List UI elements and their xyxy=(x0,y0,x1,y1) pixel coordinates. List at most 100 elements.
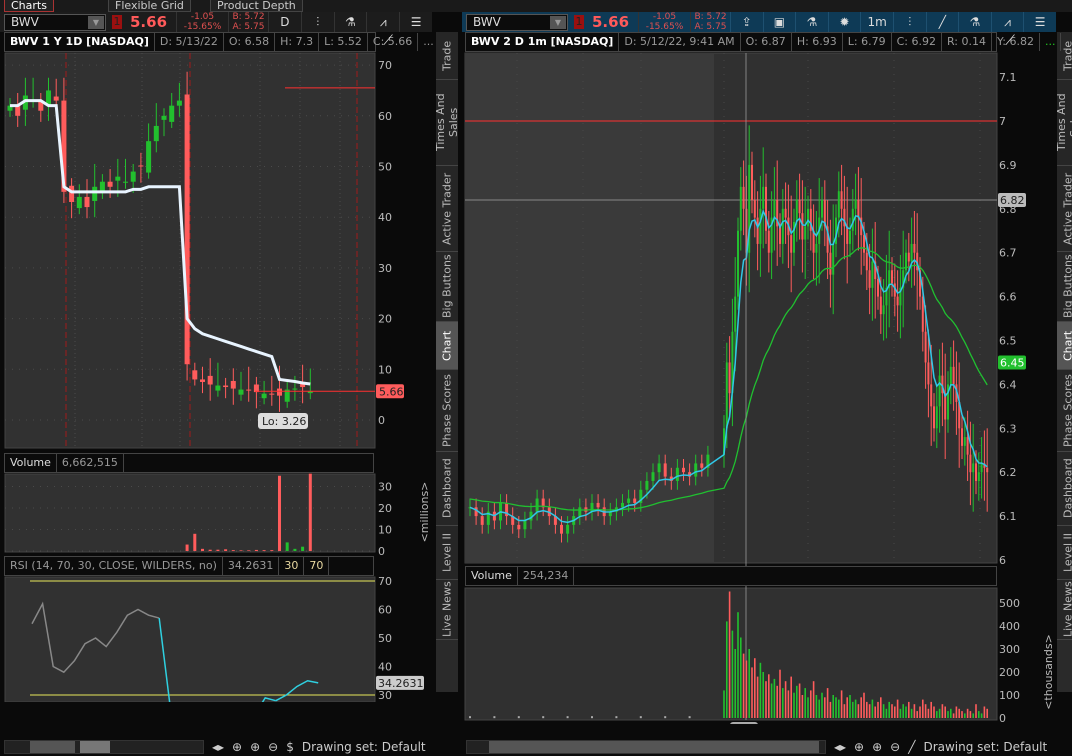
side-tab-big-buttons[interactable]: Big Buttons xyxy=(436,252,458,322)
dollar-icon[interactable]: $ xyxy=(286,740,294,754)
volume-bar xyxy=(542,716,545,719)
horizontal-scrollbar[interactable] xyxy=(4,740,204,754)
volume-bar xyxy=(843,704,846,718)
share-icon[interactable]: ⇪ xyxy=(730,12,763,32)
aggregation-button[interactable]: D xyxy=(268,12,301,32)
more-button[interactable]: ... xyxy=(1040,33,1062,51)
net-change: -1.05 -15.65% xyxy=(176,12,228,32)
candle-body xyxy=(963,437,966,446)
price-axis-label: 50 xyxy=(378,161,392,174)
volume-label: Volume xyxy=(466,567,518,585)
volume-bar xyxy=(270,550,274,551)
alert-badge[interactable]: 1 xyxy=(112,15,122,29)
side-tab-trade[interactable]: Trade xyxy=(436,32,458,80)
candle-body xyxy=(767,230,770,253)
side-tab-times-and-sales[interactable]: Times And Sales xyxy=(434,80,460,166)
volume-bar xyxy=(983,706,986,718)
volume-bar xyxy=(751,667,753,718)
menu-icon[interactable]: ☰ xyxy=(399,12,432,32)
volume-bar xyxy=(913,704,916,718)
side-tab-level-ii[interactable]: Level II xyxy=(1057,526,1072,580)
candle-icon[interactable]: ⫶ xyxy=(892,12,926,32)
candle-body xyxy=(877,279,879,297)
candle-body xyxy=(480,516,484,525)
left-bottom-bar: ◂▸ ⊕ ⊕ ⊖ $ Drawing set: Default xyxy=(4,738,432,756)
bid-ask: B: 5.72 A: 5.75 xyxy=(690,12,730,32)
right-side-tabs: Trade Times And Sales Active Trader Big But… xyxy=(1055,32,1072,692)
side-tab-dashboard[interactable]: Dashboard xyxy=(1057,452,1072,526)
rsi-axis-label: 60 xyxy=(378,604,392,617)
ask: A: 5.75 xyxy=(694,22,727,32)
menu-icon[interactable]: ☰ xyxy=(1023,12,1056,32)
side-tab-dashboard[interactable]: Dashboard xyxy=(436,452,458,526)
zoom-out-icon[interactable]: ⊖ xyxy=(890,740,900,754)
left-chart-svg[interactable]: 70 60 50 40 30 20 10 0 5.66 Lo: 3.26 30 20 10 0 <milli… xyxy=(0,52,432,702)
alert-badge[interactable]: 1 xyxy=(574,15,584,29)
candle-body xyxy=(798,200,801,214)
aggregation-button[interactable]: 1m xyxy=(860,12,893,32)
drawing-set[interactable]: Drawing set: Default xyxy=(302,740,426,754)
side-tab-phase-scores[interactable]: Phase Scores xyxy=(1057,370,1072,452)
app-tab-charts[interactable]: Charts xyxy=(4,0,54,12)
drawing-set[interactable]: Drawing set: Default xyxy=(923,740,1047,754)
pan-icon[interactable]: ◂▸ xyxy=(834,740,846,754)
candle-body xyxy=(675,467,679,481)
side-tab-chart[interactable]: Chart xyxy=(1057,322,1072,370)
side-tab-live-news[interactable]: Live News xyxy=(1057,580,1072,640)
gear-icon[interactable]: ✹ xyxy=(827,12,861,32)
candle-body xyxy=(153,125,159,142)
symbol-input[interactable]: BWV ▼ xyxy=(4,13,106,31)
side-tab-phase-scores[interactable]: Phase Scores xyxy=(436,370,458,452)
flask-icon[interactable]: ⚗ xyxy=(795,12,828,32)
price-axis-label: 0 xyxy=(378,414,385,427)
candle-body xyxy=(829,252,832,275)
chevron-down-icon[interactable]: ▼ xyxy=(550,15,566,29)
side-tab-live-news[interactable]: Live News xyxy=(436,580,458,640)
drawing-icon[interactable]: ⩘ xyxy=(990,12,1024,32)
chart-title: BWV 1 Y 1D [NASDAQ] xyxy=(5,33,155,51)
zoom-in-icon[interactable]: ⊕ xyxy=(250,740,260,754)
volume-axis-label: 500 xyxy=(999,597,1020,610)
chevron-down-icon[interactable]: ▼ xyxy=(88,15,104,29)
side-tab-times-and-sales[interactable]: Times And Sales xyxy=(1055,80,1072,166)
candle-body xyxy=(130,171,136,182)
candle-body xyxy=(846,226,849,244)
line-icon[interactable]: ╱ xyxy=(908,740,915,754)
ask: A: 5.75 xyxy=(232,22,265,32)
side-tab-level-ii[interactable]: Level II xyxy=(436,526,458,580)
net-change: -1.05 -15.65% xyxy=(638,12,690,32)
app-tab-product-depth[interactable]: Product Depth xyxy=(210,0,303,12)
right-chart-svg[interactable]: 7.176.96.86.76.66.56.46.36.26.166.826.45… xyxy=(462,52,1056,724)
candle-body xyxy=(891,270,893,284)
side-tab-chart[interactable]: Chart xyxy=(436,322,458,370)
notes-icon[interactable]: ▣ xyxy=(762,12,796,32)
horizontal-scrollbar[interactable] xyxy=(466,740,826,754)
flask-icon[interactable]: ⚗ xyxy=(333,12,367,32)
symbol-input[interactable]: BWV ▼ xyxy=(466,13,568,31)
volume-bar xyxy=(882,704,885,718)
rsi-axis-label: 70 xyxy=(378,575,392,588)
side-tab-big-buttons[interactable]: Big Buttons xyxy=(1057,252,1072,322)
candle-body xyxy=(986,467,989,473)
candle-body xyxy=(907,252,910,262)
app-tab-flexible-grid[interactable]: Flexible Grid xyxy=(108,0,191,12)
crosshair-icon[interactable]: ⊕ xyxy=(232,740,242,754)
pan-icon[interactable]: ◂▸ xyxy=(212,740,224,754)
candle-icon[interactable]: ⫶ xyxy=(300,12,334,32)
volume-bar xyxy=(922,699,924,718)
volume-bar xyxy=(308,473,312,551)
flask-icon[interactable]: ⚗ xyxy=(958,12,991,32)
side-tab-active-trader[interactable]: Active Trader xyxy=(436,166,458,252)
line-icon[interactable]: ╱ xyxy=(925,12,959,32)
side-tab-active-trader[interactable]: Active Trader xyxy=(1057,166,1072,252)
zoom-in-icon[interactable]: ⊕ xyxy=(872,740,882,754)
style-icon[interactable]: ⟋ xyxy=(1000,33,1020,51)
volume-bar xyxy=(278,475,281,551)
volume-unit-label: <millions> xyxy=(418,482,431,543)
drawing-icon[interactable]: ⩘ xyxy=(366,12,399,32)
style-icon[interactable]: ⟋ xyxy=(378,33,398,51)
candle-body xyxy=(92,186,98,201)
crosshair-icon[interactable]: ⊕ xyxy=(854,740,864,754)
zoom-out-icon[interactable]: ⊖ xyxy=(268,740,278,754)
candle-body xyxy=(627,498,631,503)
